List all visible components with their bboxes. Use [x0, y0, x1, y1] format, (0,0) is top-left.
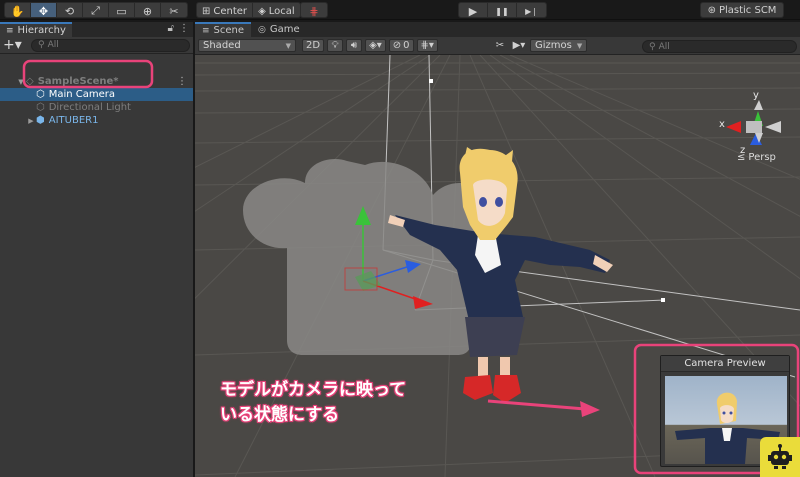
- expand-arrow-icon[interactable]: ▼: [16, 78, 26, 86]
- tab-scene[interactable]: ≡ Scene: [195, 22, 252, 37]
- hand-tool-icon[interactable]: ✋: [5, 3, 31, 17]
- scene-tabbar: ≡ Scene ◎ Game: [195, 22, 800, 37]
- hierarchy-search-placeholder: All: [47, 40, 59, 50]
- pivot-group: ⊞ Center ◈ Local: [196, 2, 301, 18]
- plastic-scm-button[interactable]: ⊛ Plastic SCM: [700, 2, 784, 18]
- tree-item-label: SampleScene*: [37, 76, 119, 87]
- kebab-menu-icon[interactable]: ⋮: [179, 23, 189, 34]
- gizmos-label: Gizmos: [534, 40, 572, 51]
- panel-menu: 🔓︎ ⋮: [168, 23, 189, 34]
- persp-label: Persp: [748, 152, 776, 163]
- pivot-rotation-button[interactable]: ◈ Local: [253, 3, 300, 17]
- grid-snap-group: ⋕: [300, 2, 328, 18]
- tab-hierarchy[interactable]: ≡ Hierarchy: [0, 22, 72, 37]
- eye-slash-icon: ⊘: [392, 40, 402, 51]
- collapse-arrow-icon[interactable]: ▶: [26, 117, 36, 125]
- grid-snap-icon[interactable]: ⋕: [301, 3, 327, 18]
- rotate-tool-icon[interactable]: ⟲: [57, 3, 83, 17]
- tree-item-label: Directional Light: [48, 102, 131, 113]
- annotation-caption: モデルがカメラに映って いる状態にする: [220, 378, 406, 428]
- list-icon: ≡: [6, 25, 14, 36]
- main-toolbar: ✋ ✥ ⟲ ⤢ ▭ ⊕ ✂ ⊞ Center ◈ Local ⋕ ▶ ❚❚ ▶❘ ⊛…: [0, 0, 800, 20]
- tab-hierarchy-label: Hierarchy: [17, 25, 66, 36]
- chevron-down-icon: ▼: [285, 41, 291, 50]
- pivot-center-icon: ⊞: [202, 5, 211, 17]
- annotation-line-1: モデルがカメラに映って: [220, 380, 407, 400]
- tab-game[interactable]: ◎ Game: [251, 22, 307, 37]
- tab-game-label: Game: [269, 24, 300, 35]
- pivot-mode-label: Center: [213, 5, 248, 17]
- scene-controls-bar: Shaded ▼ 2D 💡︎ 🔊︎ ◈▾ ⊘ 0 ⋕▾ ✂ ▶▾ Gizmos ▼…: [195, 37, 800, 55]
- axis-label-y: y: [753, 90, 759, 101]
- add-object-button[interactable]: +▾: [3, 38, 27, 52]
- prefab-cube-icon: ⬢: [36, 115, 45, 126]
- shading-mode-label: Shaded: [203, 40, 241, 51]
- hierarchy-search-row: +▾ ⚲ All: [0, 37, 193, 54]
- cube-icon: ⬡: [36, 89, 45, 100]
- hierarchy-panel: ≡ Hierarchy 🔓︎ ⋮ +▾ ⚲ All ▼ ◇ SampleScene…: [0, 22, 193, 477]
- plastic-scm-icon: ⊛: [707, 4, 716, 16]
- lighting-toggle-icon[interactable]: 💡︎: [327, 39, 344, 52]
- tree-item-directional-light[interactable]: ⬡ Directional Light: [0, 101, 193, 114]
- robot-badge: [760, 437, 800, 477]
- tree-item-samplescene[interactable]: ▼ ◇ SampleScene* ⋮: [0, 75, 193, 88]
- rect-tool-icon[interactable]: ▭: [109, 3, 135, 17]
- pivot-rotation-label: Local: [268, 5, 295, 17]
- camera-preview-title: Camera Preview: [661, 356, 789, 372]
- gizmos-dropdown[interactable]: Gizmos ▼: [529, 39, 588, 52]
- pivot-mode-button[interactable]: ⊞ Center: [197, 3, 254, 17]
- lock-icon[interactable]: 🔓︎: [168, 23, 174, 34]
- step-icon[interactable]: ▶❘: [517, 3, 546, 17]
- audio-toggle-icon[interactable]: 🔊︎: [346, 39, 363, 52]
- tab-scene-label: Scene: [213, 25, 245, 36]
- hierarchy-tabbar: ≡ Hierarchy 🔓︎ ⋮: [0, 22, 193, 37]
- play-controls: ▶ ❚❚ ▶❘: [458, 2, 547, 18]
- kebab-menu-icon[interactable]: ⋮: [177, 76, 187, 87]
- mode-2d-button[interactable]: 2D: [302, 39, 325, 52]
- tree-item-aituber1[interactable]: ▶ ⬢ AITUBER1: [0, 114, 193, 127]
- hidden-objects-toggle[interactable]: ⊘ 0: [388, 39, 414, 52]
- play-icon[interactable]: ▶: [459, 3, 488, 17]
- plastic-scm-label: Plastic SCM: [718, 4, 777, 16]
- robot-icon: [768, 444, 792, 469]
- tree-item-label: AITUBER1: [48, 115, 99, 126]
- unity-scene-icon: ◇: [26, 76, 34, 87]
- game-tab-icon: ◎: [258, 24, 266, 35]
- search-icon: ⚲: [38, 40, 45, 50]
- persp-toggle[interactable]: ≤ Persp: [737, 152, 776, 163]
- hierarchy-search-input[interactable]: ⚲ All: [31, 38, 190, 52]
- move-tool-icon[interactable]: ✥: [31, 3, 57, 17]
- tree-item-main-camera[interactable]: ⬡ Main Camera: [0, 88, 193, 101]
- shading-mode-dropdown[interactable]: Shaded ▼: [198, 39, 296, 52]
- scene-search-input[interactable]: ⚲ All: [642, 40, 797, 53]
- camera-dropdown-icon[interactable]: ▶▾: [511, 39, 527, 52]
- hidden-count: 0: [403, 40, 410, 51]
- tools-icon[interactable]: ✂: [492, 39, 508, 52]
- local-cube-icon: ◈: [258, 5, 266, 17]
- axis-label-x: x: [719, 119, 725, 130]
- chevron-down-icon: ▼: [576, 41, 583, 50]
- tree-item-label: Main Camera: [48, 89, 116, 100]
- scene-tab-icon: ≡: [202, 25, 210, 36]
- effects-dropdown-icon[interactable]: ◈▾: [365, 39, 386, 52]
- persp-lines-icon: ≤: [737, 152, 746, 163]
- transform-tools-group: ✋ ✥ ⟲ ⤢ ▭ ⊕ ✂: [4, 2, 188, 18]
- grid-toggle-icon[interactable]: ⋕▾: [416, 39, 438, 52]
- custom-tool-icon[interactable]: ✂: [161, 3, 187, 18]
- annotation-line-2: いる状態にする: [220, 405, 340, 425]
- scene-search-placeholder: All: [658, 41, 670, 52]
- scale-tool-icon[interactable]: ⤢: [83, 3, 109, 17]
- search-icon: ⚲: [649, 41, 656, 52]
- cube-icon: ⬡: [36, 102, 45, 113]
- transform-tool-icon[interactable]: ⊕: [135, 3, 161, 17]
- pause-icon[interactable]: ❚❚: [488, 3, 517, 17]
